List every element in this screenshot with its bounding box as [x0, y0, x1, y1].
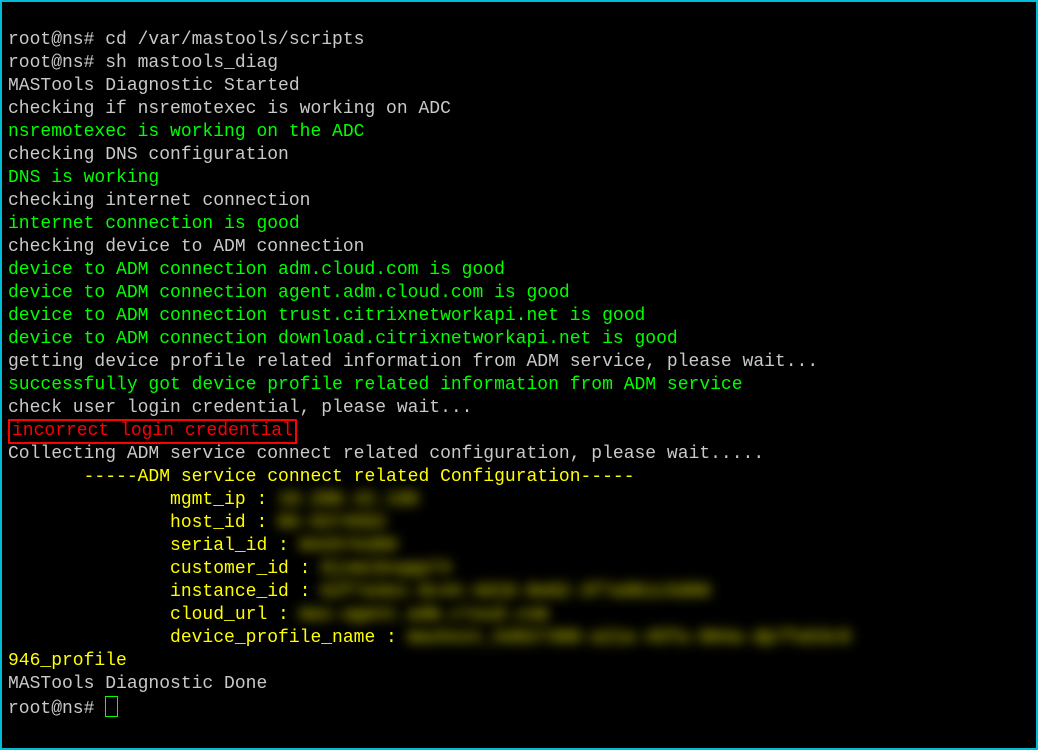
value-cloud-url: mas-agent.adm.cloud.com — [300, 605, 548, 625]
profile-tail: 946_profile — [8, 651, 127, 671]
output-check-nsremote: checking if nsremotexec is working on AD… — [8, 99, 451, 119]
output-error-login: incorrect login credential — [12, 421, 293, 441]
label-mgmt-ip: mgmt_ip : — [8, 490, 278, 510]
label-serial-id: serial_id : — [8, 536, 300, 556]
value-mgmt-ip: 10.200.42.198 — [278, 490, 418, 510]
value-host-id: NS-9374562 — [278, 513, 386, 533]
output-check-dns: checking DNS configuration — [8, 145, 289, 165]
value-customer-id: 8jxmi9sapp74 — [321, 559, 451, 579]
output-check-adm: checking device to ADM connection — [8, 237, 364, 257]
output-ok-adm2: device to ADM connection agent.adm.cloud… — [8, 283, 570, 303]
output-ok-adm4: device to ADM connection download.citrix… — [8, 329, 678, 349]
output-done: MASTools Diagnostic Done — [8, 674, 267, 694]
output-ok-adm1: device to ADM connection adm.cloud.com i… — [8, 260, 505, 280]
label-device-profile-name: device_profile_name : — [8, 628, 408, 648]
label-cloud-url: cloud_url : — [8, 605, 300, 625]
command-run: sh mastools_diag — [105, 53, 278, 73]
value-device-profile-name: mashost_hd927300-a21a-45fa-884a-dp7fa53c… — [408, 628, 851, 648]
output-check-internet: checking internet connection — [8, 191, 310, 211]
prompt: root@ns# — [8, 699, 105, 719]
config-header: -----ADM service connect related Configu… — [8, 467, 635, 487]
output-check-login: check user login credential, please wait… — [8, 398, 472, 418]
prompt: root@ns# — [8, 53, 105, 73]
output-ok-dns: DNS is working — [8, 168, 159, 188]
terminal-window[interactable]: root@ns# cd /var/mastools/scripts root@n… — [0, 0, 1038, 750]
command-cd: cd /var/mastools/scripts — [105, 30, 364, 50]
cursor-icon — [105, 696, 118, 717]
output-collecting: Collecting ADM service connect related c… — [8, 444, 764, 464]
output-ok-internet: internet connection is good — [8, 214, 300, 234]
prompt: root@ns# — [8, 30, 105, 50]
value-serial-id: N4257A389 — [300, 536, 397, 556]
error-highlight-box: incorrect login credential — [8, 419, 297, 444]
output-ok-adm3: device to ADM connection trust.citrixnet… — [8, 306, 645, 326]
label-host-id: host_id : — [8, 513, 278, 533]
output-ok-profile: successfully got device profile related … — [8, 375, 743, 395]
output-ok-nsremote: nsremotexec is working on the ADC — [8, 122, 364, 142]
value-instance-id: b2f7a3e1-9c44-4d18-8e02-3f7a9b1c5d60 — [321, 582, 710, 602]
output-started: MASTools Diagnostic Started — [8, 76, 300, 96]
label-instance-id: instance_id : — [8, 582, 321, 602]
output-get-profile: getting device profile related informati… — [8, 352, 818, 372]
label-customer-id: customer_id : — [8, 559, 321, 579]
